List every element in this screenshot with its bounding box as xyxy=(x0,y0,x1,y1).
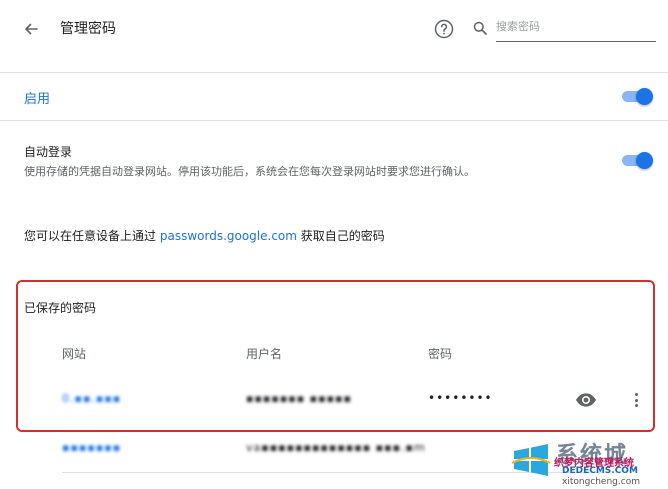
watermark-site: DEDECMS.COM xyxy=(562,466,638,476)
help-button[interactable] xyxy=(433,18,455,40)
column-header-site: 网站 xyxy=(62,347,87,361)
search-input[interactable] xyxy=(496,14,656,42)
sync-info-text: 您可以在任意设备上通过 passwords.google.com 获取自己的密码 xyxy=(24,227,385,244)
row-1-site-link[interactable]: 0.▪▪.▪▪▪ xyxy=(62,392,121,405)
column-header-password: 密码 xyxy=(428,347,453,361)
passwords-google-link[interactable]: passwords.google.com xyxy=(160,229,297,243)
sync-info-prefix: 您可以在任意设备上通过 xyxy=(24,229,157,243)
toggle-thumb xyxy=(636,152,653,169)
auto-login-toggle[interactable] xyxy=(622,152,653,169)
sync-info-suffix: 获取自己的密码 xyxy=(300,229,385,243)
more-dot xyxy=(634,404,638,407)
highlight-annotation-box xyxy=(16,280,655,432)
saved-passwords-heading: 已保存的密码 xyxy=(24,301,97,315)
row-2-site-link[interactable]: ▪▪▪▪▪▪▪ xyxy=(62,441,121,454)
more-dot xyxy=(634,398,638,402)
enable-label: 启用 xyxy=(24,92,51,107)
question-circle-icon xyxy=(434,19,454,39)
page-title: 管理密码 xyxy=(60,21,116,37)
auto-login-title: 自动登录 xyxy=(24,145,73,159)
enable-row: 启用 xyxy=(0,73,668,119)
watermark: 系统城 织梦内容管理系统 DEDECMS.COM xitongcheng.com xyxy=(506,437,666,487)
row-1-password: •••••••• xyxy=(428,391,493,405)
search-box xyxy=(470,14,656,42)
auto-login-description: 使用存储的凭据自动登录网站。停用该功能后，系统会在您每次登录网站时要求您进行确认… xyxy=(24,165,475,178)
eye-icon xyxy=(576,393,596,407)
more-dot xyxy=(634,393,638,396)
header-bar: 管理密码 xyxy=(0,0,668,58)
back-button[interactable] xyxy=(18,16,44,42)
search-icon xyxy=(473,21,487,35)
toggle-thumb xyxy=(636,88,653,105)
column-header-username: 用户名 xyxy=(246,347,283,361)
show-password-button[interactable] xyxy=(575,392,597,408)
more-actions-button[interactable] xyxy=(632,391,640,409)
windows-logo-icon xyxy=(511,444,551,476)
divider xyxy=(0,120,668,121)
arrow-left-icon xyxy=(25,23,38,35)
row-2-username: va▪▪▪▪▪▪▪▪▪▪▪▪▪ ▪▪▪.▪m xyxy=(246,441,426,454)
row-1-username: ▪▪▪▪▪▪▪ ▪▪▪▪▪ xyxy=(246,392,352,405)
enable-toggle[interactable] xyxy=(622,88,653,105)
watermark-pinyin: xitongcheng.com xyxy=(562,477,640,487)
